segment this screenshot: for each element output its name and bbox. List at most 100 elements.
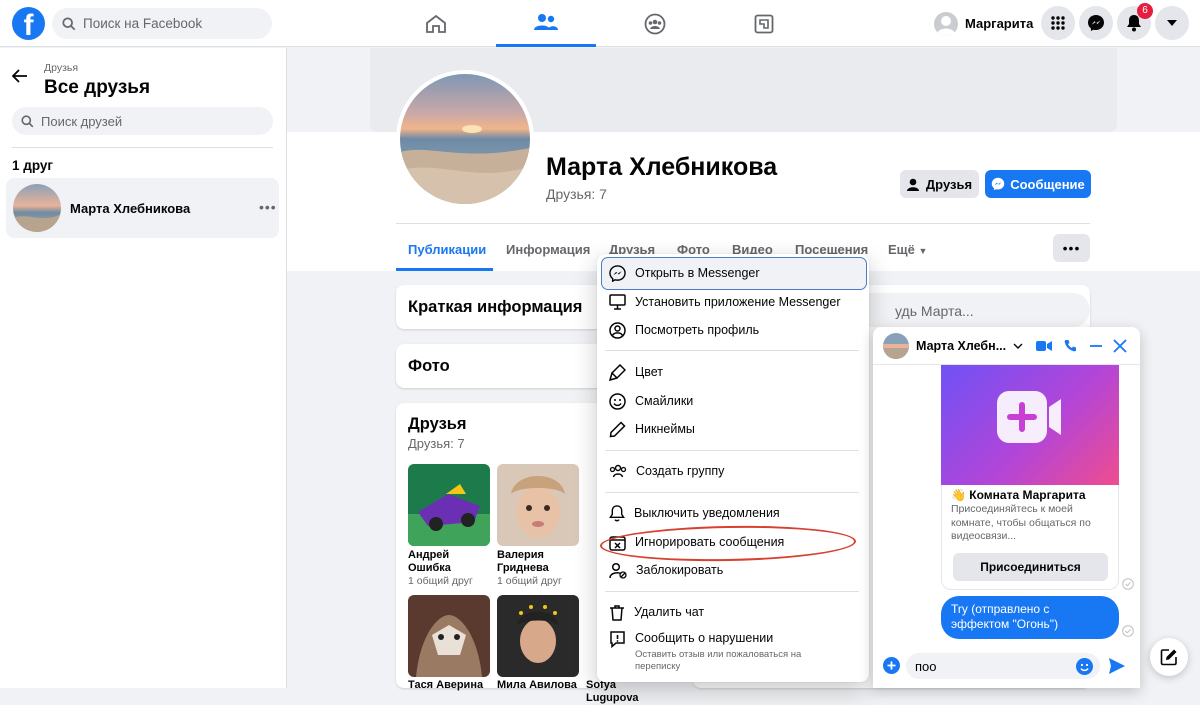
friend-search[interactable] <box>12 107 273 135</box>
block-user-icon <box>609 562 627 579</box>
menu-item-label: Выключить уведомления <box>634 506 780 520</box>
join-room-button[interactable]: Присоединиться <box>953 553 1108 581</box>
menu-item-label: Открыть в Messenger <box>635 266 760 280</box>
message-bubble[interactable]: Try (отправлено с эффектом "Огонь") <box>941 596 1119 639</box>
message-button-label: Сообщение <box>1010 176 1085 192</box>
nav-home-tab[interactable] <box>386 0 486 47</box>
breadcrumb[interactable]: Друзья <box>44 62 78 74</box>
profile-name-heading: Марта Хлебникова <box>546 153 778 181</box>
menu-item-color[interactable]: Цвет <box>597 358 869 386</box>
report-text: Сообщить о нарушении Оставить отзыв или … <box>635 631 855 673</box>
nav-groups-tab[interactable] <box>605 0 705 47</box>
plus-icon[interactable] <box>883 657 900 674</box>
friend-photo[interactable] <box>497 595 579 677</box>
caret-down-icon: ▼ <box>918 246 928 256</box>
menu-item-mute[interactable]: Выключить уведомления <box>597 499 869 527</box>
profile-avatar[interactable] <box>396 70 534 208</box>
chat-contact-name: Марта Хлебн... <box>916 338 1007 353</box>
tab-more[interactable]: Ещё ▼ <box>888 242 927 257</box>
tab-info[interactable]: Информация <box>506 242 590 257</box>
menu-item-label: Заблокировать <box>636 563 724 577</box>
close-icon[interactable] <box>1113 338 1127 353</box>
profile-friends-count[interactable]: Друзья: 7 <box>546 186 607 202</box>
avatar <box>883 332 909 359</box>
profile-name: Маргарита <box>965 16 1034 31</box>
minimize-icon[interactable] <box>1089 339 1103 353</box>
report-icon <box>609 631 626 648</box>
more-options-icon: ••• <box>1062 240 1081 256</box>
friend-search-input[interactable] <box>41 113 241 129</box>
mutual-friends: 1 общий друг <box>497 575 562 587</box>
menu-item-label: Удалить чат <box>634 605 705 619</box>
emoji-icon[interactable] <box>1076 658 1093 675</box>
mutual-friends: 1 общий друг <box>408 575 473 587</box>
menu-item-create-group[interactable]: Создать группу <box>597 457 869 485</box>
menu-item-delete-chat[interactable]: Удалить чат <box>597 598 869 626</box>
friend-photo[interactable] <box>408 595 490 677</box>
video-call-icon[interactable] <box>1036 340 1053 352</box>
photos-title[interactable]: Фото <box>408 357 450 376</box>
menu-item-label: Создать группу <box>636 464 725 478</box>
more-options-icon[interactable]: ••• <box>259 199 277 215</box>
menu-item-report[interactable]: Сообщить о нарушении Оставить отзыв или … <box>597 626 869 672</box>
menu-divider <box>605 591 859 592</box>
chat-header[interactable]: Марта Хлебн... <box>873 327 1140 365</box>
menu-item-label: Установить приложение Messenger <box>635 295 841 309</box>
page-title: Все друзья <box>44 77 151 98</box>
menu-item-label: Сообщить о нарушении <box>635 631 774 645</box>
pencil-icon <box>609 420 626 438</box>
menu-divider <box>605 450 859 451</box>
menu-item-open-messenger[interactable]: Открыть в Messenger <box>597 259 869 287</box>
bell-icon <box>609 504 625 522</box>
menu-button[interactable] <box>1041 6 1075 40</box>
menu-item-label: Цвет <box>635 365 664 379</box>
send-icon[interactable] <box>1108 657 1126 675</box>
profile-chip[interactable]: Маргарита <box>928 8 1039 39</box>
caret-down-icon <box>1166 19 1178 27</box>
messenger-icon <box>991 177 1005 191</box>
tab-more-label: Ещё <box>888 242 915 257</box>
friends-icon <box>534 13 558 31</box>
facebook-logo[interactable]: f <box>12 7 45 40</box>
gaming-icon <box>754 14 774 34</box>
chat-input[interactable] <box>906 653 1100 679</box>
friend-name[interactable]: Марта Хлебникова <box>70 201 190 216</box>
divider <box>396 223 1090 224</box>
search-input[interactable] <box>83 16 253 31</box>
video-room-icon <box>997 391 1063 443</box>
profile-more-button[interactable]: ••• <box>1053 234 1090 262</box>
smile-icon <box>609 392 626 410</box>
home-icon <box>425 14 447 34</box>
phone-icon[interactable] <box>1064 339 1077 352</box>
friends-card-title[interactable]: Друзья <box>408 415 467 434</box>
friend-tile-name[interactable]: Андрей Ошибка <box>408 549 490 575</box>
friends-count: 1 друг <box>12 158 54 173</box>
menu-item-view-profile[interactable]: Посмотреть профиль <box>597 316 869 344</box>
monitor-icon <box>609 294 626 310</box>
nav-gaming-tab[interactable] <box>714 0 814 47</box>
menu-item-install-messenger[interactable]: Установить приложение Messenger <box>597 288 869 316</box>
friend-tile-name[interactable]: Тася Аверина <box>408 679 490 692</box>
friend-tile-name[interactable]: Sofya Lugupova <box>586 679 668 705</box>
friend-tile-name[interactable]: Валерия Гриднева <box>497 549 579 575</box>
facebook-search[interactable] <box>52 8 272 39</box>
menu-item-sublabel: Оставить отзыв или пожаловаться на переп… <box>635 649 802 672</box>
tab-posts[interactable]: Публикации <box>408 242 486 257</box>
account-button[interactable] <box>1155 6 1189 40</box>
friends-status-button[interactable]: Друзья <box>900 170 979 198</box>
message-button[interactable]: Сообщение <box>985 170 1091 198</box>
nav-friends-tab[interactable] <box>496 0 596 47</box>
back-arrow-icon[interactable] <box>12 69 28 83</box>
menu-item-emoji[interactable]: Смайлики <box>597 387 869 415</box>
menu-item-label: Посмотреть профиль <box>635 323 760 337</box>
friend-photo[interactable] <box>408 464 490 546</box>
grid-menu-icon <box>1050 15 1066 31</box>
messenger-button[interactable] <box>1079 6 1113 40</box>
new-message-button[interactable] <box>1150 638 1188 676</box>
room-description: Присоединяйтесь к моей комнате, чтобы об… <box>951 503 1091 542</box>
menu-item-nicknames[interactable]: Никнеймы <box>597 415 869 443</box>
friends-card-subtitle: Друзья: 7 <box>408 436 465 451</box>
friend-photo[interactable] <box>497 464 579 546</box>
friend-tile-name[interactable]: Мила Авилова <box>497 679 579 692</box>
chat-input-field[interactable] <box>915 658 1065 674</box>
